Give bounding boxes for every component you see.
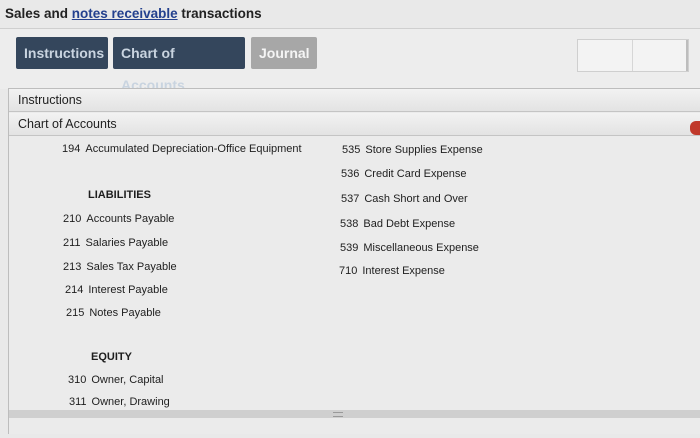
content-panel: Instructions Chart of Accounts 194 Accumu… — [8, 88, 700, 434]
account-213: 213 Sales Tax Payable — [63, 261, 177, 273]
account-310: 310 Owner, Capital — [68, 374, 164, 386]
account-537: 537 Cash Short and Over — [341, 193, 468, 205]
scroll-indicator[interactable] — [690, 121, 700, 135]
account-name: Accumulated Depreciation-Office Equipmen… — [85, 143, 302, 155]
account-name: Interest Expense — [362, 265, 445, 277]
account-number: 538 — [340, 218, 359, 230]
resize-handle-bar[interactable] — [9, 410, 700, 418]
account-name: Notes Payable — [89, 307, 161, 319]
page-title: Sales and notes receivable transactions — [5, 6, 262, 21]
account-number: 214 — [65, 284, 84, 296]
instructions-section-header[interactable]: Instructions — [9, 89, 700, 112]
tab-journal[interactable]: Journal — [251, 37, 317, 69]
account-536: 536 Credit Card Expense — [341, 168, 466, 180]
grip-icon[interactable] — [333, 412, 343, 417]
account-name: Bad Debt Expense — [363, 218, 456, 230]
account-name: Salaries Payable — [85, 237, 169, 249]
score-box-edge — [686, 40, 688, 71]
account-number: 194 — [62, 143, 81, 155]
account-name: Credit Card Expense — [364, 168, 467, 180]
account-538: 538 Bad Debt Expense — [340, 218, 455, 230]
account-number: 536 — [341, 168, 360, 180]
tab-instructions[interactable]: Instructions — [16, 37, 108, 69]
score-box — [577, 39, 689, 72]
tab-chart-of-accounts[interactable]: Chart of Accounts — [113, 37, 245, 93]
account-211: 211 Salaries Payable — [63, 237, 168, 249]
account-name: Sales Tax Payable — [86, 261, 177, 273]
account-name: Interest Payable — [88, 284, 168, 296]
account-number: 537 — [341, 193, 360, 205]
account-number: 211 — [63, 237, 81, 249]
chart-of-accounts-section-header[interactable]: Chart of Accounts — [9, 113, 700, 136]
account-194: 194 Accumulated Depreciation-Office Equip… — [62, 143, 302, 155]
account-number: 539 — [340, 242, 359, 254]
page-title-text-1: Sales and — [5, 6, 72, 21]
account-311: 311 Owner, Drawing — [69, 396, 170, 408]
notes-receivable-link[interactable]: notes receivable — [72, 6, 178, 21]
liabilities-heading: LIABILITIES — [88, 189, 151, 201]
account-number: 210 — [63, 213, 82, 225]
account-number: 535 — [342, 144, 361, 156]
account-710: 710 Interest Expense — [339, 265, 445, 277]
score-box-divider — [632, 40, 633, 71]
account-number: 213 — [63, 261, 82, 273]
account-215: 215 Notes Payable — [66, 307, 161, 319]
account-214: 214 Interest Payable — [65, 284, 168, 296]
account-number: 310 — [68, 374, 87, 386]
account-210: 210 Accounts Payable — [63, 213, 174, 225]
page-title-text-3: transactions — [177, 6, 262, 21]
account-number: 710 — [339, 265, 358, 277]
account-name: Cash Short and Over — [364, 193, 468, 205]
account-name: Owner, Drawing — [91, 396, 170, 408]
account-number: 311 — [69, 396, 87, 408]
account-number: 215 — [66, 307, 85, 319]
account-535: 535 Store Supplies Expense — [342, 144, 483, 156]
account-name: Store Supplies Expense — [365, 144, 483, 156]
tab-bar: Instructions Chart of Accounts Journal — [0, 28, 700, 93]
equity-heading: EQUITY — [91, 351, 132, 363]
account-539: 539 Miscellaneous Expense — [340, 242, 479, 254]
account-name: Owner, Capital — [91, 374, 164, 386]
account-name: Miscellaneous Expense — [363, 242, 479, 254]
account-name: Accounts Payable — [86, 213, 175, 225]
